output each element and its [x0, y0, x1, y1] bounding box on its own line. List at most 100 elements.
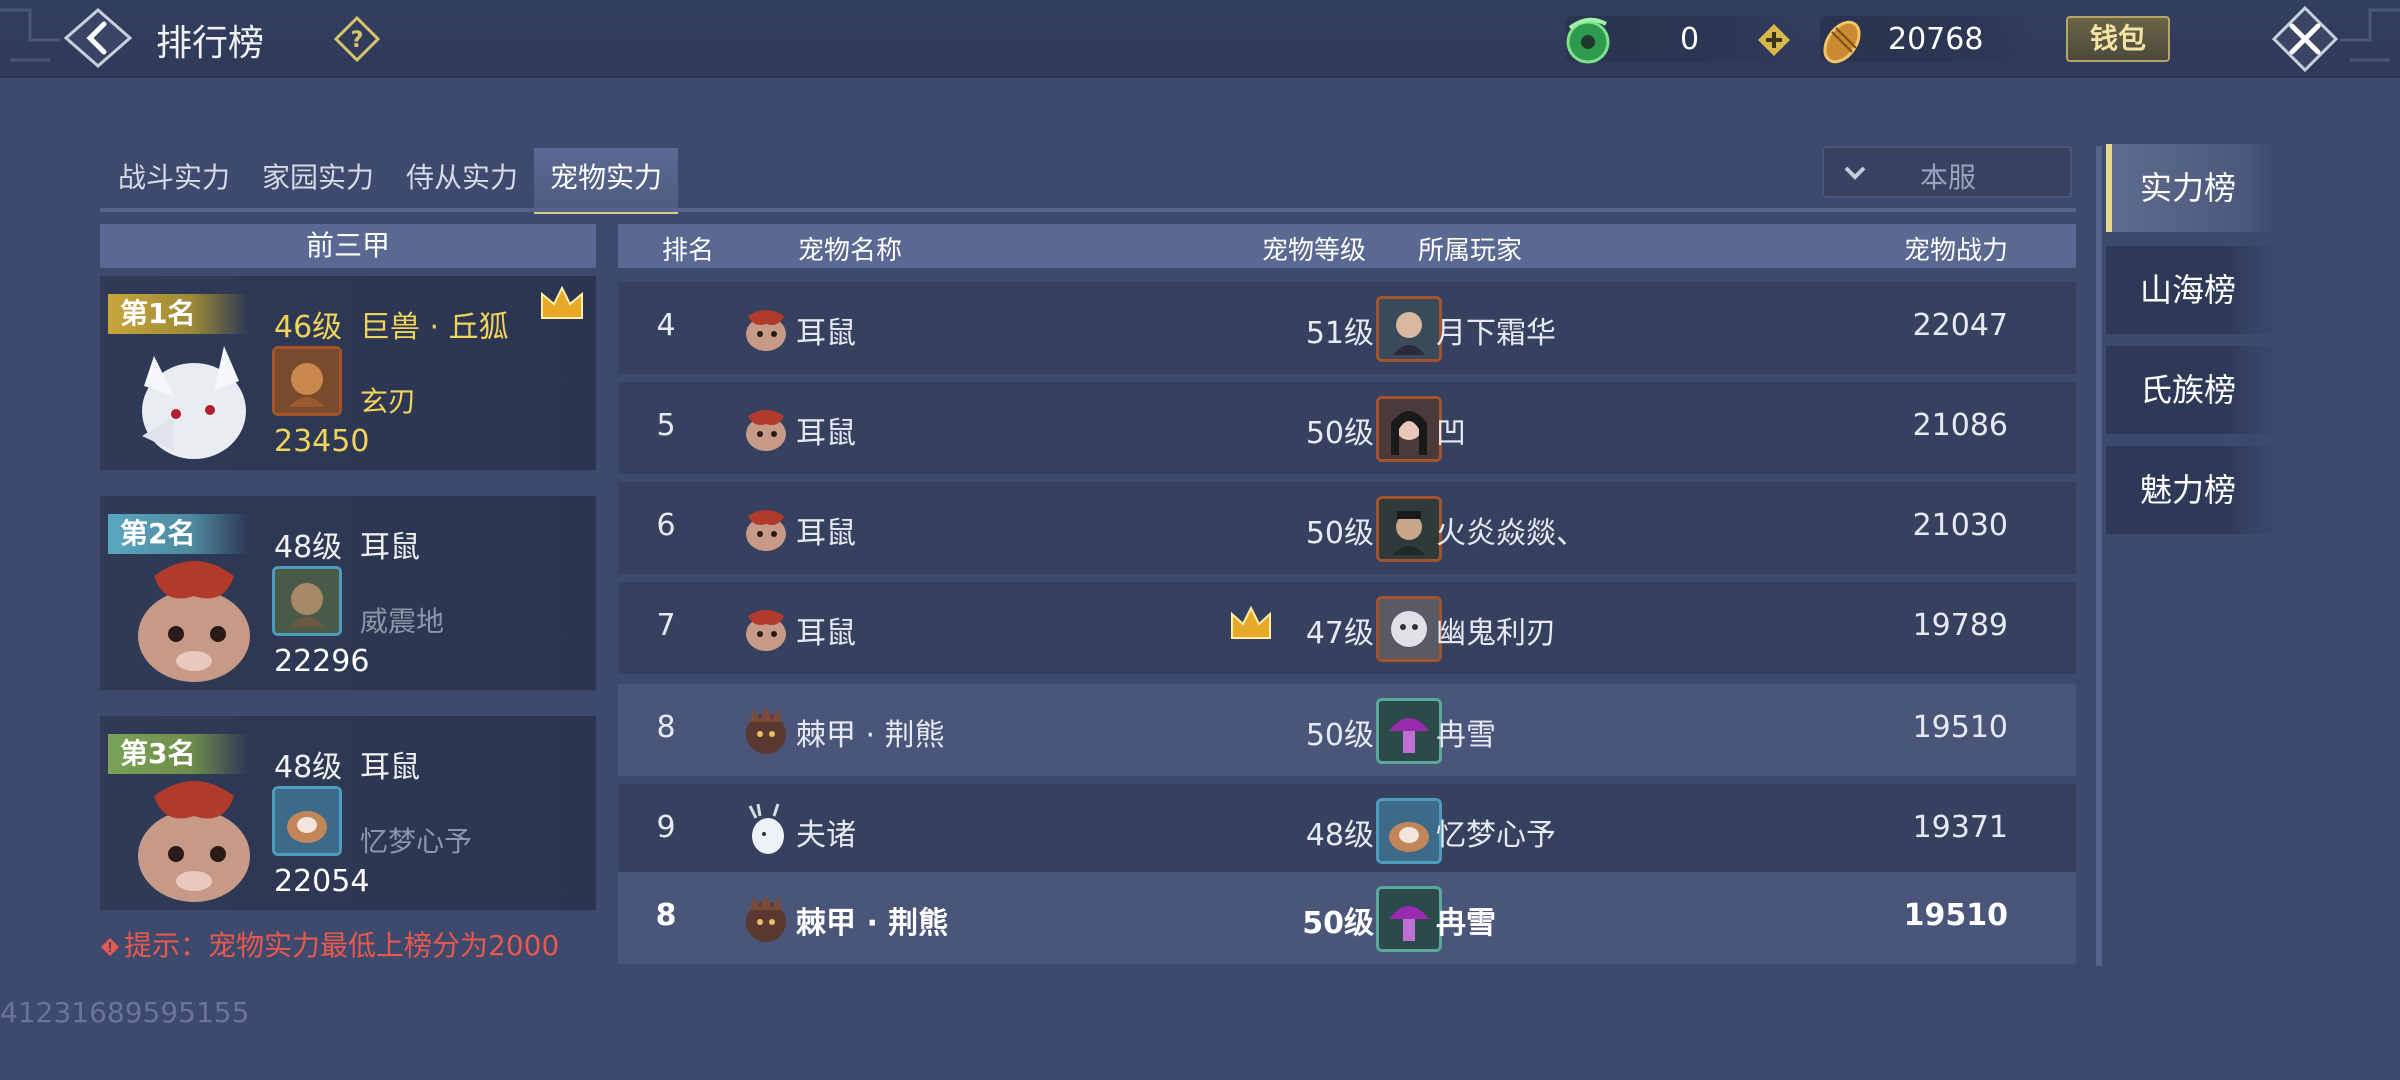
pet-power: 19510 [1903, 898, 2008, 933]
pet-power: 19510 [1912, 710, 2008, 745]
player-avatar[interactable] [272, 346, 342, 416]
pet-score: 22054 [274, 864, 370, 899]
col-pet-name: 宠物名称 [798, 236, 903, 266]
player-name[interactable]: 冉雪 [1436, 710, 1496, 754]
table-row[interactable]: 4 耳鼠 51级 月下霜华 22047 [618, 282, 2076, 374]
player-name[interactable]: 冉雪 [1436, 898, 1496, 942]
warning-icon [101, 938, 119, 956]
rank-value: 7 [656, 608, 676, 643]
table-row[interactable]: 9 夫诸 48级 忆梦心予 19371 [618, 784, 2076, 876]
player-avatar[interactable] [1376, 296, 1442, 362]
player-avatar[interactable] [1376, 496, 1442, 562]
pet-name: 耳鼠 [360, 750, 420, 785]
rank-value: 4 [656, 308, 676, 343]
rank-value: 5 [656, 408, 676, 443]
back-button[interactable] [60, 6, 136, 70]
crown-icon [1231, 605, 1271, 639]
pet-level: 47级 [1305, 616, 1374, 651]
player-name[interactable]: 凹 [1436, 408, 1466, 452]
rank-value: 8 [656, 710, 676, 745]
tab-combat-power[interactable]: 战斗实力 [102, 148, 246, 214]
gold-currency: 20768 [1820, 16, 2030, 64]
rank-value: 8 [655, 898, 677, 933]
player-avatar[interactable] [1376, 596, 1442, 662]
player-name[interactable]: 忆梦心予 [360, 820, 472, 860]
rank-value: 6 [656, 508, 676, 543]
jade-value: 0 [1680, 22, 1700, 57]
scrollbar[interactable] [2096, 146, 2102, 966]
pet-level: 48级 [274, 750, 343, 785]
add-currency-button[interactable] [1756, 22, 1792, 58]
tab-pet-power[interactable]: 宠物实力 [534, 148, 678, 214]
pet-name: 耳鼠 [796, 416, 856, 451]
pet-power: 22047 [1912, 308, 2008, 343]
pet-power: 21030 [1912, 508, 2008, 543]
player-avatar[interactable] [1376, 798, 1442, 864]
col-rank: 排名 [662, 236, 715, 266]
top3-card-3[interactable]: 第3名 48级 耳鼠 忆梦心予 22054 [100, 716, 596, 912]
pet-level: 50级 [1305, 416, 1374, 451]
white-fox-pet-icon [142, 346, 246, 459]
svg-text:?: ? [351, 28, 364, 53]
page-title: 排行榜 [156, 23, 265, 64]
rank-badge: 第1名 [108, 294, 248, 334]
gold-value: 20768 [1888, 22, 1984, 57]
thorn-bear-pet-icon [746, 894, 786, 942]
col-player: 所属玩家 [1418, 236, 1523, 266]
player-name[interactable]: 幽鬼利刃 [1436, 608, 1556, 652]
table-row[interactable]: 5 耳鼠 50级 凹 21086 [618, 382, 2076, 474]
player-name[interactable]: 玄刃 [360, 380, 416, 420]
tip-text: 提示：宠物实力最低上榜分为2000 [100, 924, 559, 964]
pet-level: 51级 [1305, 316, 1374, 351]
table-row[interactable]: 6 耳鼠 50级 火炎焱燚、 21030 [618, 482, 2076, 574]
col-pet-power: 宠物战力 [1904, 236, 2009, 266]
nav-shanhai-ranking[interactable]: 山海榜 [2106, 246, 2276, 334]
pet-level: 50级 [1305, 516, 1374, 551]
ear-mouse-pet-icon [746, 510, 786, 551]
chevron-down-icon [1844, 166, 1866, 180]
table-row[interactable]: 7 耳鼠 47级 幽鬼利刃 19789 [618, 582, 2076, 674]
player-avatar[interactable] [272, 566, 342, 636]
tab-divider [100, 208, 2076, 212]
pet-level: 48级 [274, 530, 343, 565]
player-name[interactable]: 火炎焱燚、 [1436, 508, 1586, 552]
nav-charm-ranking[interactable]: 魅力榜 [2106, 446, 2276, 534]
wallet-button[interactable]: 钱包 [2066, 16, 2170, 62]
player-avatar[interactable] [1376, 396, 1442, 462]
top3-card-1[interactable]: 第1名 46级 巨兽 · 丘狐 玄刃 23450 [100, 276, 596, 472]
pet-level: 48级 [1305, 818, 1374, 853]
ear-mouse-pet-icon [746, 410, 786, 451]
pet-name: 耳鼠 [796, 616, 856, 651]
pet-level: 46级 [274, 310, 343, 345]
player-name[interactable]: 威震地 [360, 600, 444, 640]
server-filter-dropdown[interactable]: 本服 [1822, 146, 2072, 198]
top3-card-2[interactable]: 第2名 48级 耳鼠 威震地 22296 [100, 496, 596, 692]
help-icon[interactable]: ? [334, 16, 380, 62]
player-avatar[interactable] [1376, 698, 1442, 764]
player-name[interactable]: 忆梦心予 [1436, 810, 1556, 854]
player-avatar[interactable] [1376, 886, 1442, 952]
pet-score: 22296 [274, 644, 370, 679]
pet-name: 耳鼠 [360, 530, 420, 565]
pet-score: 23450 [274, 424, 370, 459]
pet-name: 夫诸 [796, 818, 856, 853]
tab-attendant-power[interactable]: 侍从实力 [390, 148, 534, 214]
pet-name: 耳鼠 [796, 316, 856, 351]
ear-mouse-pet-icon [138, 781, 250, 902]
player-name[interactable]: 月下霜华 [1436, 308, 1556, 352]
table-row[interactable]: 8 棘甲 · 荆熊 50级 冉雪 19510 [618, 684, 2076, 776]
nav-strength-ranking[interactable]: 实力榜 [2106, 144, 2276, 232]
my-rank-row[interactable]: 8 棘甲 · 荆熊 50级 冉雪 19510 [618, 872, 2076, 964]
user-id: 41231689595155 [0, 996, 250, 1029]
pet-name: 耳鼠 [796, 516, 856, 551]
tip-label: 提示：宠物实力最低上榜分为2000 [124, 929, 560, 962]
crown-icon [541, 285, 583, 319]
player-avatar[interactable] [272, 786, 342, 856]
pet-power: 21086 [1912, 408, 2008, 443]
tab-home-power[interactable]: 家园实力 [246, 148, 390, 214]
table-header: 排名 宠物名称 宠物等级 所属玩家 宠物战力 [618, 224, 2076, 268]
thorn-bear-pet-icon [746, 706, 786, 754]
pet-power: 19789 [1912, 608, 2008, 643]
nav-clan-ranking[interactable]: 氏族榜 [2106, 346, 2276, 434]
pet-name: 巨兽 · 丘狐 [360, 310, 509, 345]
